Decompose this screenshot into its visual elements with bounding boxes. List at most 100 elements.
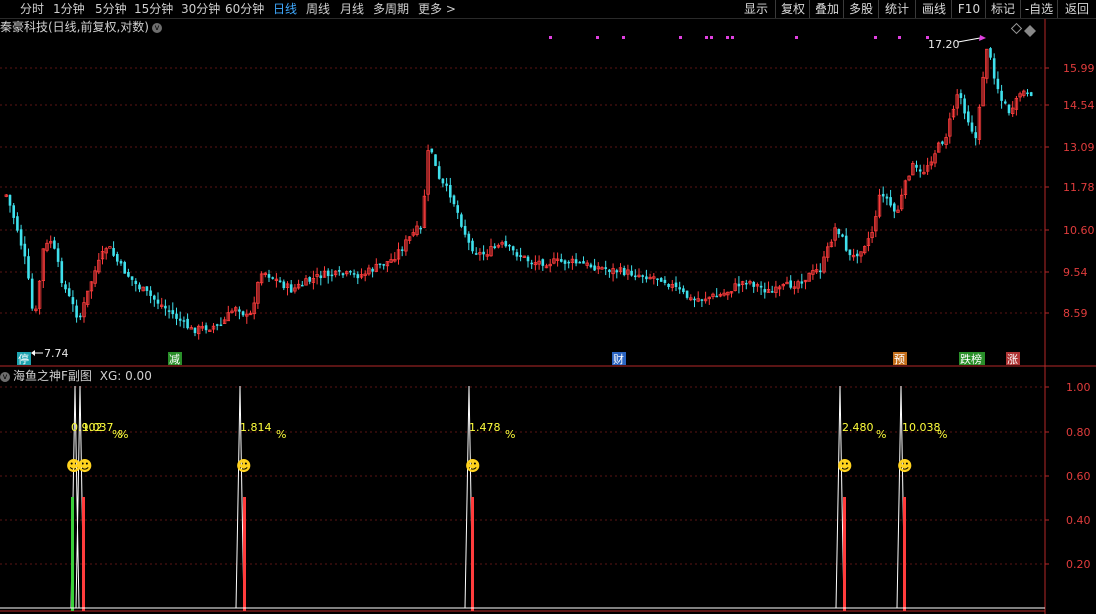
candle-body [23, 243, 27, 257]
candle-body [493, 246, 496, 249]
signal-bar-green [71, 497, 74, 611]
candle-body [289, 284, 293, 293]
signal-dot [795, 36, 798, 39]
candle-body [319, 275, 323, 279]
candle-body [178, 318, 182, 321]
event-tag-1: 减 [169, 353, 180, 366]
candle-body [996, 78, 1000, 90]
candle-body [1004, 101, 1007, 104]
candle-body [175, 313, 178, 319]
candle-body [219, 324, 223, 327]
candle-body [53, 240, 56, 249]
candle-body [770, 291, 774, 293]
candle-body [119, 261, 123, 264]
candle-body [526, 256, 530, 262]
candle-body [67, 288, 71, 297]
candle-body [667, 283, 670, 287]
main-tick-label: 15.99 [1063, 62, 1095, 75]
candle-body [382, 264, 385, 266]
event-tag-2: 财 [613, 352, 624, 366]
signal-dot [549, 36, 552, 39]
candle-body [1026, 92, 1029, 95]
candle-body [893, 203, 896, 212]
candle-body [567, 261, 570, 264]
candle-body [467, 233, 471, 243]
candle-body [301, 284, 304, 287]
candle-body [27, 256, 30, 279]
candle-body [79, 315, 82, 318]
candle-body [889, 197, 892, 206]
candle-body [1000, 90, 1003, 101]
signal-pct-4: % [876, 428, 886, 441]
sub-tick-label: 1.00 [1066, 381, 1091, 394]
candle-body [378, 263, 382, 265]
candle-body [593, 265, 596, 271]
candle-body [356, 274, 360, 279]
candle-body [1007, 104, 1011, 114]
candle-body [941, 141, 944, 144]
candle-body [330, 274, 334, 277]
candle-body [445, 183, 448, 186]
signal-dot [874, 36, 877, 39]
candle-body [519, 255, 522, 257]
candle-body [881, 193, 885, 197]
candle-body [437, 166, 441, 179]
diamond-icon [1010, 22, 1023, 35]
candle-body [134, 280, 138, 285]
candle-body [64, 284, 67, 290]
candle-body [460, 214, 463, 227]
candle-body [970, 122, 974, 132]
candle-body [663, 279, 667, 283]
candle-body [630, 270, 633, 276]
candle-body [745, 282, 748, 285]
main-tick-label: 8.59 [1063, 307, 1088, 320]
smiley-icon: ☻ [837, 457, 853, 475]
candle-body [856, 253, 859, 257]
candle-body [615, 270, 619, 273]
smiley-icon: ☻ [236, 457, 252, 475]
candle-body [145, 286, 149, 291]
signal-pct-2: % [276, 428, 286, 441]
candle-body [819, 270, 822, 273]
candle-body [989, 48, 992, 58]
signal-spike [235, 385, 245, 609]
main-tick-label: 10.60 [1063, 224, 1095, 237]
candle-body [164, 305, 167, 309]
candle-body [167, 310, 171, 312]
candle-body [204, 325, 208, 331]
candle-body [452, 195, 456, 205]
candle-body [8, 194, 12, 206]
candle-body [800, 281, 804, 284]
signal-pct-5: % [937, 428, 947, 441]
candle-body [1029, 92, 1033, 96]
smiley-icon: ☻ [465, 457, 481, 475]
candle-body [123, 262, 126, 274]
candle-body [193, 327, 197, 334]
high-price-label: 17.20 [928, 38, 960, 51]
candle-body [171, 310, 175, 315]
candle-body [645, 276, 648, 280]
candle-body [967, 111, 970, 123]
candle-body [582, 261, 585, 264]
candle-body [456, 205, 459, 213]
chart-canvas[interactable]: 15.99 14.54 13.09 11.78 10.60 9.54 8.59 1.00 0.8… [0, 0, 1096, 614]
signal-dot [622, 36, 625, 39]
candle-body [530, 262, 533, 265]
candle-body [678, 287, 681, 290]
collapse-icon [1024, 25, 1036, 37]
candle-body [471, 240, 474, 252]
event-tag-0: 停 [18, 352, 29, 366]
signal-value-5: 10.038 [902, 421, 941, 434]
candle-body [789, 280, 792, 288]
candle-body [186, 318, 189, 329]
candle-body [608, 269, 611, 272]
signal-bar [843, 497, 846, 611]
candle-body [515, 252, 519, 257]
candle-body [60, 261, 64, 284]
signal-dot [596, 36, 599, 39]
candle-body [278, 280, 282, 283]
candle-body [352, 273, 356, 275]
candle-body [441, 178, 445, 184]
candle-body [974, 132, 977, 139]
candle-body [19, 229, 23, 246]
